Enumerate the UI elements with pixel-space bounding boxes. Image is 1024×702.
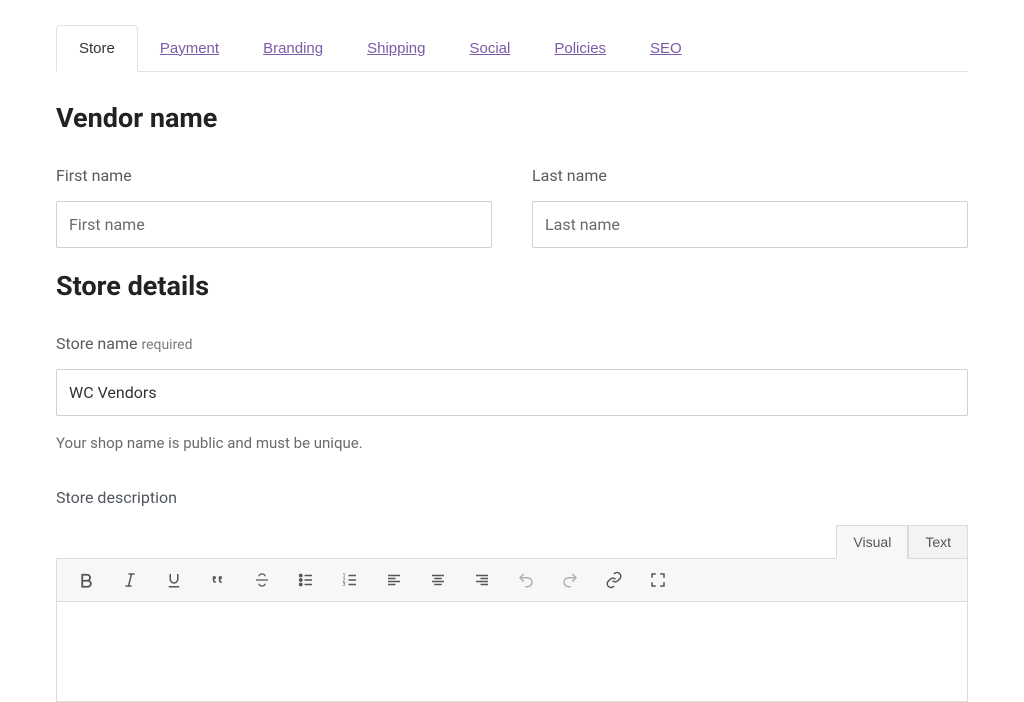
store-name-required: required (141, 337, 192, 353)
store-name-input[interactable] (56, 369, 968, 416)
store-name-label-text: Store name (56, 334, 137, 353)
fullscreen-icon[interactable] (647, 569, 669, 591)
store-details-heading: Store details (56, 270, 968, 302)
vendor-name-heading: Vendor name (56, 102, 968, 134)
last-name-label: Last name (532, 166, 968, 185)
bold-icon[interactable] (75, 569, 97, 591)
editor-tab-visual[interactable]: Visual (836, 525, 908, 559)
editor-tab-text[interactable]: Text (908, 525, 968, 558)
store-name-label: Store name required (56, 334, 968, 353)
editor-toolbar: 123 (56, 558, 968, 602)
settings-tabs: Store Payment Branding Shipping Social P… (56, 25, 968, 72)
tab-shipping[interactable]: Shipping (345, 25, 447, 71)
tab-seo[interactable]: SEO (628, 25, 704, 71)
align-right-icon[interactable] (471, 569, 493, 591)
link-icon[interactable] (603, 569, 625, 591)
first-name-input[interactable] (56, 201, 492, 248)
undo-icon[interactable] (515, 569, 537, 591)
tab-branding[interactable]: Branding (241, 25, 345, 71)
store-description-label: Store description (56, 488, 968, 507)
tab-social[interactable]: Social (448, 25, 533, 71)
bullet-list-icon[interactable] (295, 569, 317, 591)
editor-content[interactable] (56, 602, 968, 702)
underline-icon[interactable] (163, 569, 185, 591)
store-name-helper: Your shop name is public and must be uni… (56, 434, 968, 452)
last-name-input[interactable] (532, 201, 968, 248)
blockquote-icon[interactable] (207, 569, 229, 591)
align-center-icon[interactable] (427, 569, 449, 591)
italic-icon[interactable] (119, 569, 141, 591)
tab-policies[interactable]: Policies (532, 25, 628, 71)
align-left-icon[interactable] (383, 569, 405, 591)
tab-payment[interactable]: Payment (138, 25, 241, 71)
tab-store[interactable]: Store (56, 25, 138, 72)
store-description-editor: Visual Text 123 (56, 525, 968, 702)
redo-icon[interactable] (559, 569, 581, 591)
first-name-label: First name (56, 166, 492, 185)
numbered-list-icon[interactable]: 123 (339, 569, 361, 591)
strikethrough-icon[interactable] (251, 569, 273, 591)
svg-text:3: 3 (343, 582, 346, 588)
vendor-name-row: First name Last name (56, 166, 968, 248)
